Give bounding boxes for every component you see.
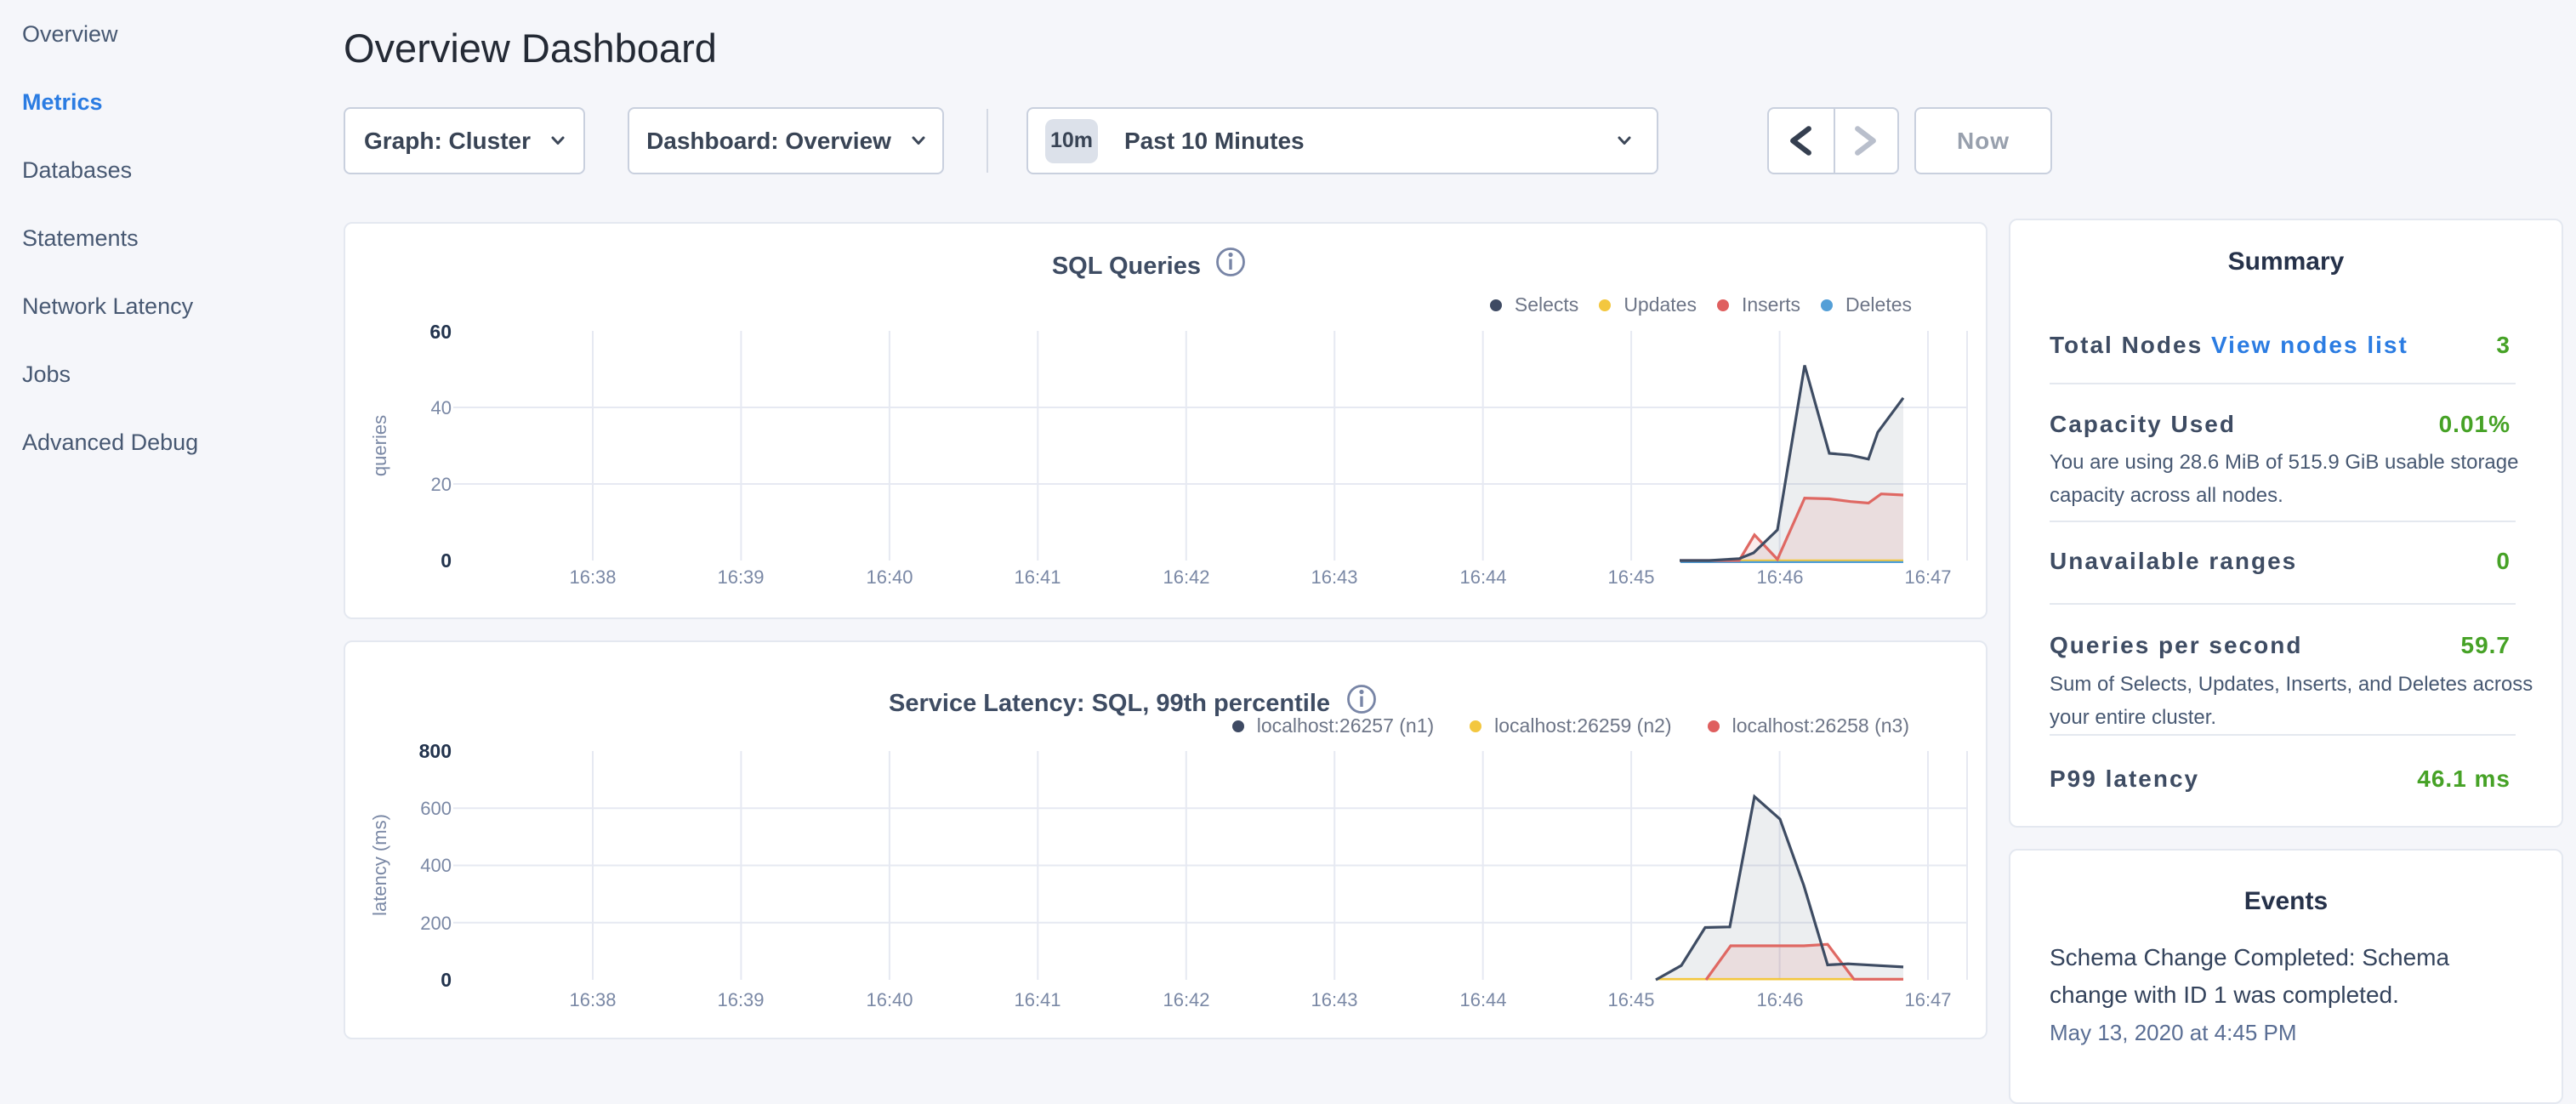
svg-text:16:41: 16:41 xyxy=(1014,989,1061,1010)
svg-text:0: 0 xyxy=(441,549,452,572)
svg-text:16:38: 16:38 xyxy=(569,566,616,588)
svg-text:16:43: 16:43 xyxy=(1311,989,1357,1010)
svg-text:16:45: 16:45 xyxy=(1607,566,1654,588)
svg-text:16:41: 16:41 xyxy=(1014,566,1061,588)
svg-text:16:47: 16:47 xyxy=(1904,989,1951,1010)
svg-text:16:44: 16:44 xyxy=(1459,566,1506,588)
svg-text:16:43: 16:43 xyxy=(1311,566,1357,588)
svg-text:20: 20 xyxy=(431,474,452,495)
svg-text:0: 0 xyxy=(441,969,452,991)
svg-text:SQL Queries: SQL Queries xyxy=(1052,253,1201,280)
svg-text:16:40: 16:40 xyxy=(866,566,913,588)
svg-text:600: 600 xyxy=(420,798,452,819)
svg-text:200: 200 xyxy=(420,913,452,934)
svg-text:Service Latency: SQL, 99th per: Service Latency: SQL, 99th percentile xyxy=(889,690,1330,717)
svg-text:queries: queries xyxy=(369,415,390,476)
svg-text:400: 400 xyxy=(420,855,452,876)
svg-text:16:44: 16:44 xyxy=(1459,989,1506,1010)
svg-text:16:47: 16:47 xyxy=(1904,566,1951,588)
svg-text:16:46: 16:46 xyxy=(1756,566,1803,588)
svg-text:40: 40 xyxy=(431,397,452,418)
svg-text:16:42: 16:42 xyxy=(1163,989,1209,1010)
svg-text:16:38: 16:38 xyxy=(569,989,616,1010)
svg-text:16:39: 16:39 xyxy=(717,989,764,1010)
svg-text:latency (ms): latency (ms) xyxy=(369,814,390,916)
svg-text:16:46: 16:46 xyxy=(1756,989,1803,1010)
svg-text:16:39: 16:39 xyxy=(717,566,764,588)
svg-text:16:45: 16:45 xyxy=(1607,989,1654,1010)
svg-text:16:42: 16:42 xyxy=(1163,566,1209,588)
svg-text:60: 60 xyxy=(429,321,452,343)
svg-text:800: 800 xyxy=(419,740,452,762)
svg-text:16:40: 16:40 xyxy=(866,989,913,1010)
